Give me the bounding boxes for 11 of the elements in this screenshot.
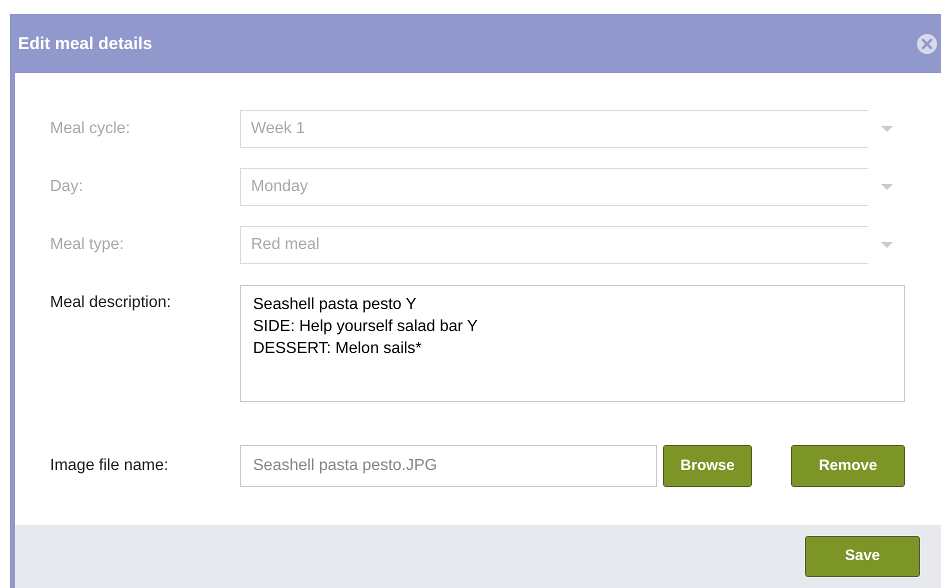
browse-button[interactable]: Browse [663, 445, 752, 487]
field-label: Image file name: [50, 456, 170, 476]
save-button[interactable]: Save [805, 536, 920, 577]
dialog-title: Edit meal details [18, 32, 152, 55]
file-name-field[interactable]: Seashell pasta pesto.JPG [240, 445, 657, 487]
field-label: Meal description: [50, 293, 172, 313]
description-field[interactable]: Seashell pasta pesto Y SIDE: Help yourself salad bar Y DESSERT: Melon sails* [240, 285, 905, 402]
field-label: Meal type: [50, 235, 125, 255]
field-label: Day: [50, 177, 84, 197]
remove-button[interactable]: Remove [791, 445, 905, 487]
field-label: Meal cycle: [50, 119, 132, 139]
